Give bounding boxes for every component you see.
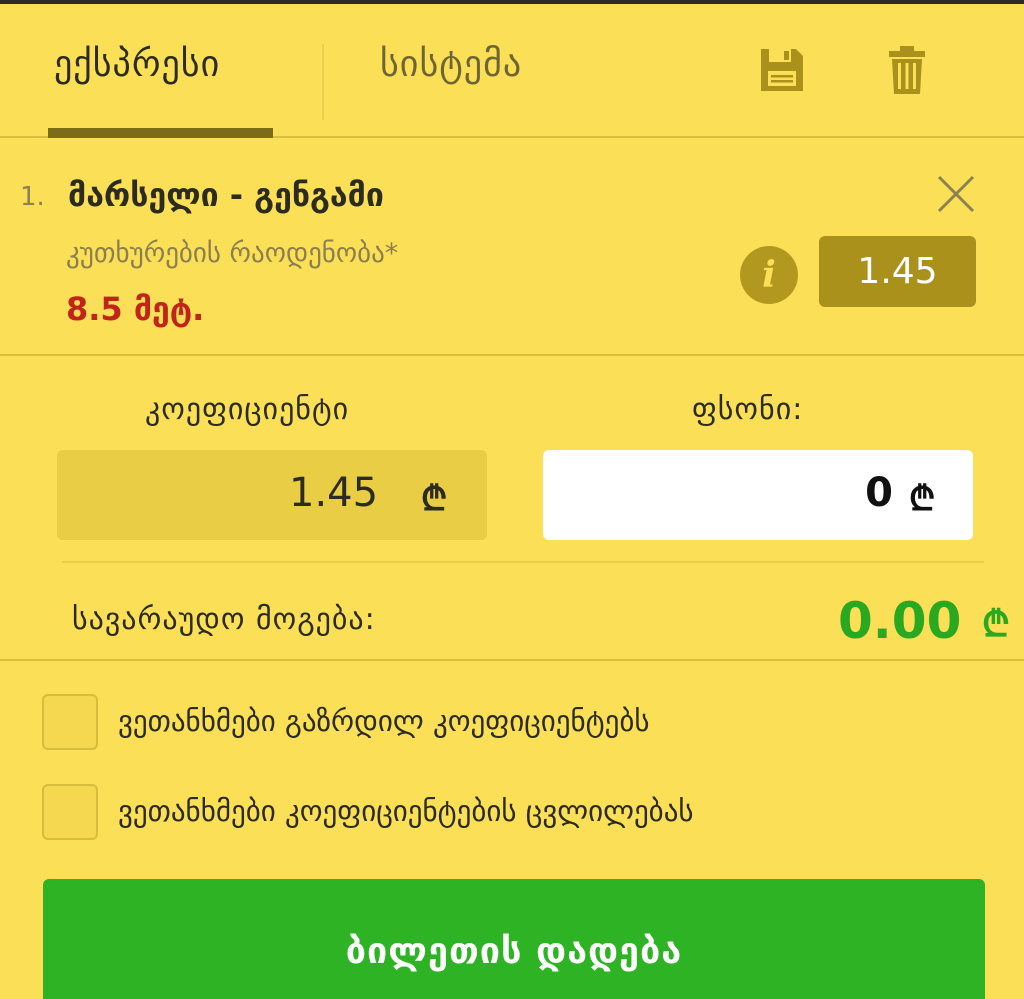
close-icon bbox=[937, 175, 975, 213]
accept-increased-odds-checkbox[interactable] bbox=[42, 694, 98, 750]
remove-selection-button[interactable] bbox=[934, 172, 978, 216]
coefficient-field: 1.45 ₾ bbox=[57, 450, 487, 540]
selection-number: 1. bbox=[20, 182, 45, 212]
stake-input[interactable]: 0 ₾ bbox=[543, 450, 973, 540]
accept-increased-odds-option[interactable]: ვეთანხმები გაზრდილ კოეფიციენტებს bbox=[42, 694, 982, 752]
tab-separator bbox=[322, 44, 324, 120]
event-teams: მარსელი - გენგამი bbox=[68, 176, 384, 214]
lari-icon: ₾ bbox=[421, 479, 448, 519]
divider bbox=[62, 561, 984, 563]
lari-icon: ₾ bbox=[909, 479, 936, 519]
accept-odds-changes-option[interactable]: ვეთანხმები კოეფიციენტების ცვლილებას bbox=[42, 784, 982, 842]
potential-win-value: 0.00 bbox=[838, 592, 962, 650]
active-tab-indicator bbox=[48, 128, 273, 138]
stake-value[interactable]: 0 bbox=[865, 470, 893, 516]
coefficient-value: 1.45 bbox=[289, 470, 379, 516]
coefficient-label: კოეფიციენტი bbox=[145, 392, 350, 427]
divider bbox=[0, 659, 1024, 661]
trash-icon bbox=[889, 46, 925, 94]
accept-odds-changes-checkbox[interactable] bbox=[42, 784, 98, 840]
potential-win-label: სავარაუდო მოგება: bbox=[72, 602, 376, 637]
bet-selection: 1. მარსელი - გენგამი კუთხურების რაოდენობ… bbox=[0, 138, 1024, 356]
selection-odd: 1.45 bbox=[819, 236, 976, 307]
save-button[interactable] bbox=[757, 44, 807, 96]
accept-increased-odds-label[interactable]: ვეთანხმები გაზრდილ კოეფიციენტებს bbox=[118, 704, 650, 738]
accept-odds-changes-label[interactable]: ვეთანხმები კოეფიციენტების ცვლილებას bbox=[118, 794, 694, 828]
save-icon bbox=[761, 49, 803, 91]
clear-button[interactable] bbox=[882, 44, 932, 96]
place-bet-button[interactable]: ბილეთის დადება bbox=[43, 879, 985, 999]
tab-express[interactable]: ექსპრესი bbox=[54, 44, 220, 85]
lari-icon: ₾ bbox=[982, 604, 1010, 645]
bet-slip-tabs: ექსპრესი სისტემა bbox=[0, 4, 1024, 138]
tab-system[interactable]: სისტემა bbox=[380, 44, 522, 85]
info-icon[interactable]: i bbox=[740, 246, 798, 304]
market-name: კუთხურების რაოდენობა* bbox=[66, 238, 399, 269]
stake-label: ფსონი: bbox=[692, 392, 804, 427]
selected-outcome: 8.5 მეტ. bbox=[66, 290, 205, 328]
